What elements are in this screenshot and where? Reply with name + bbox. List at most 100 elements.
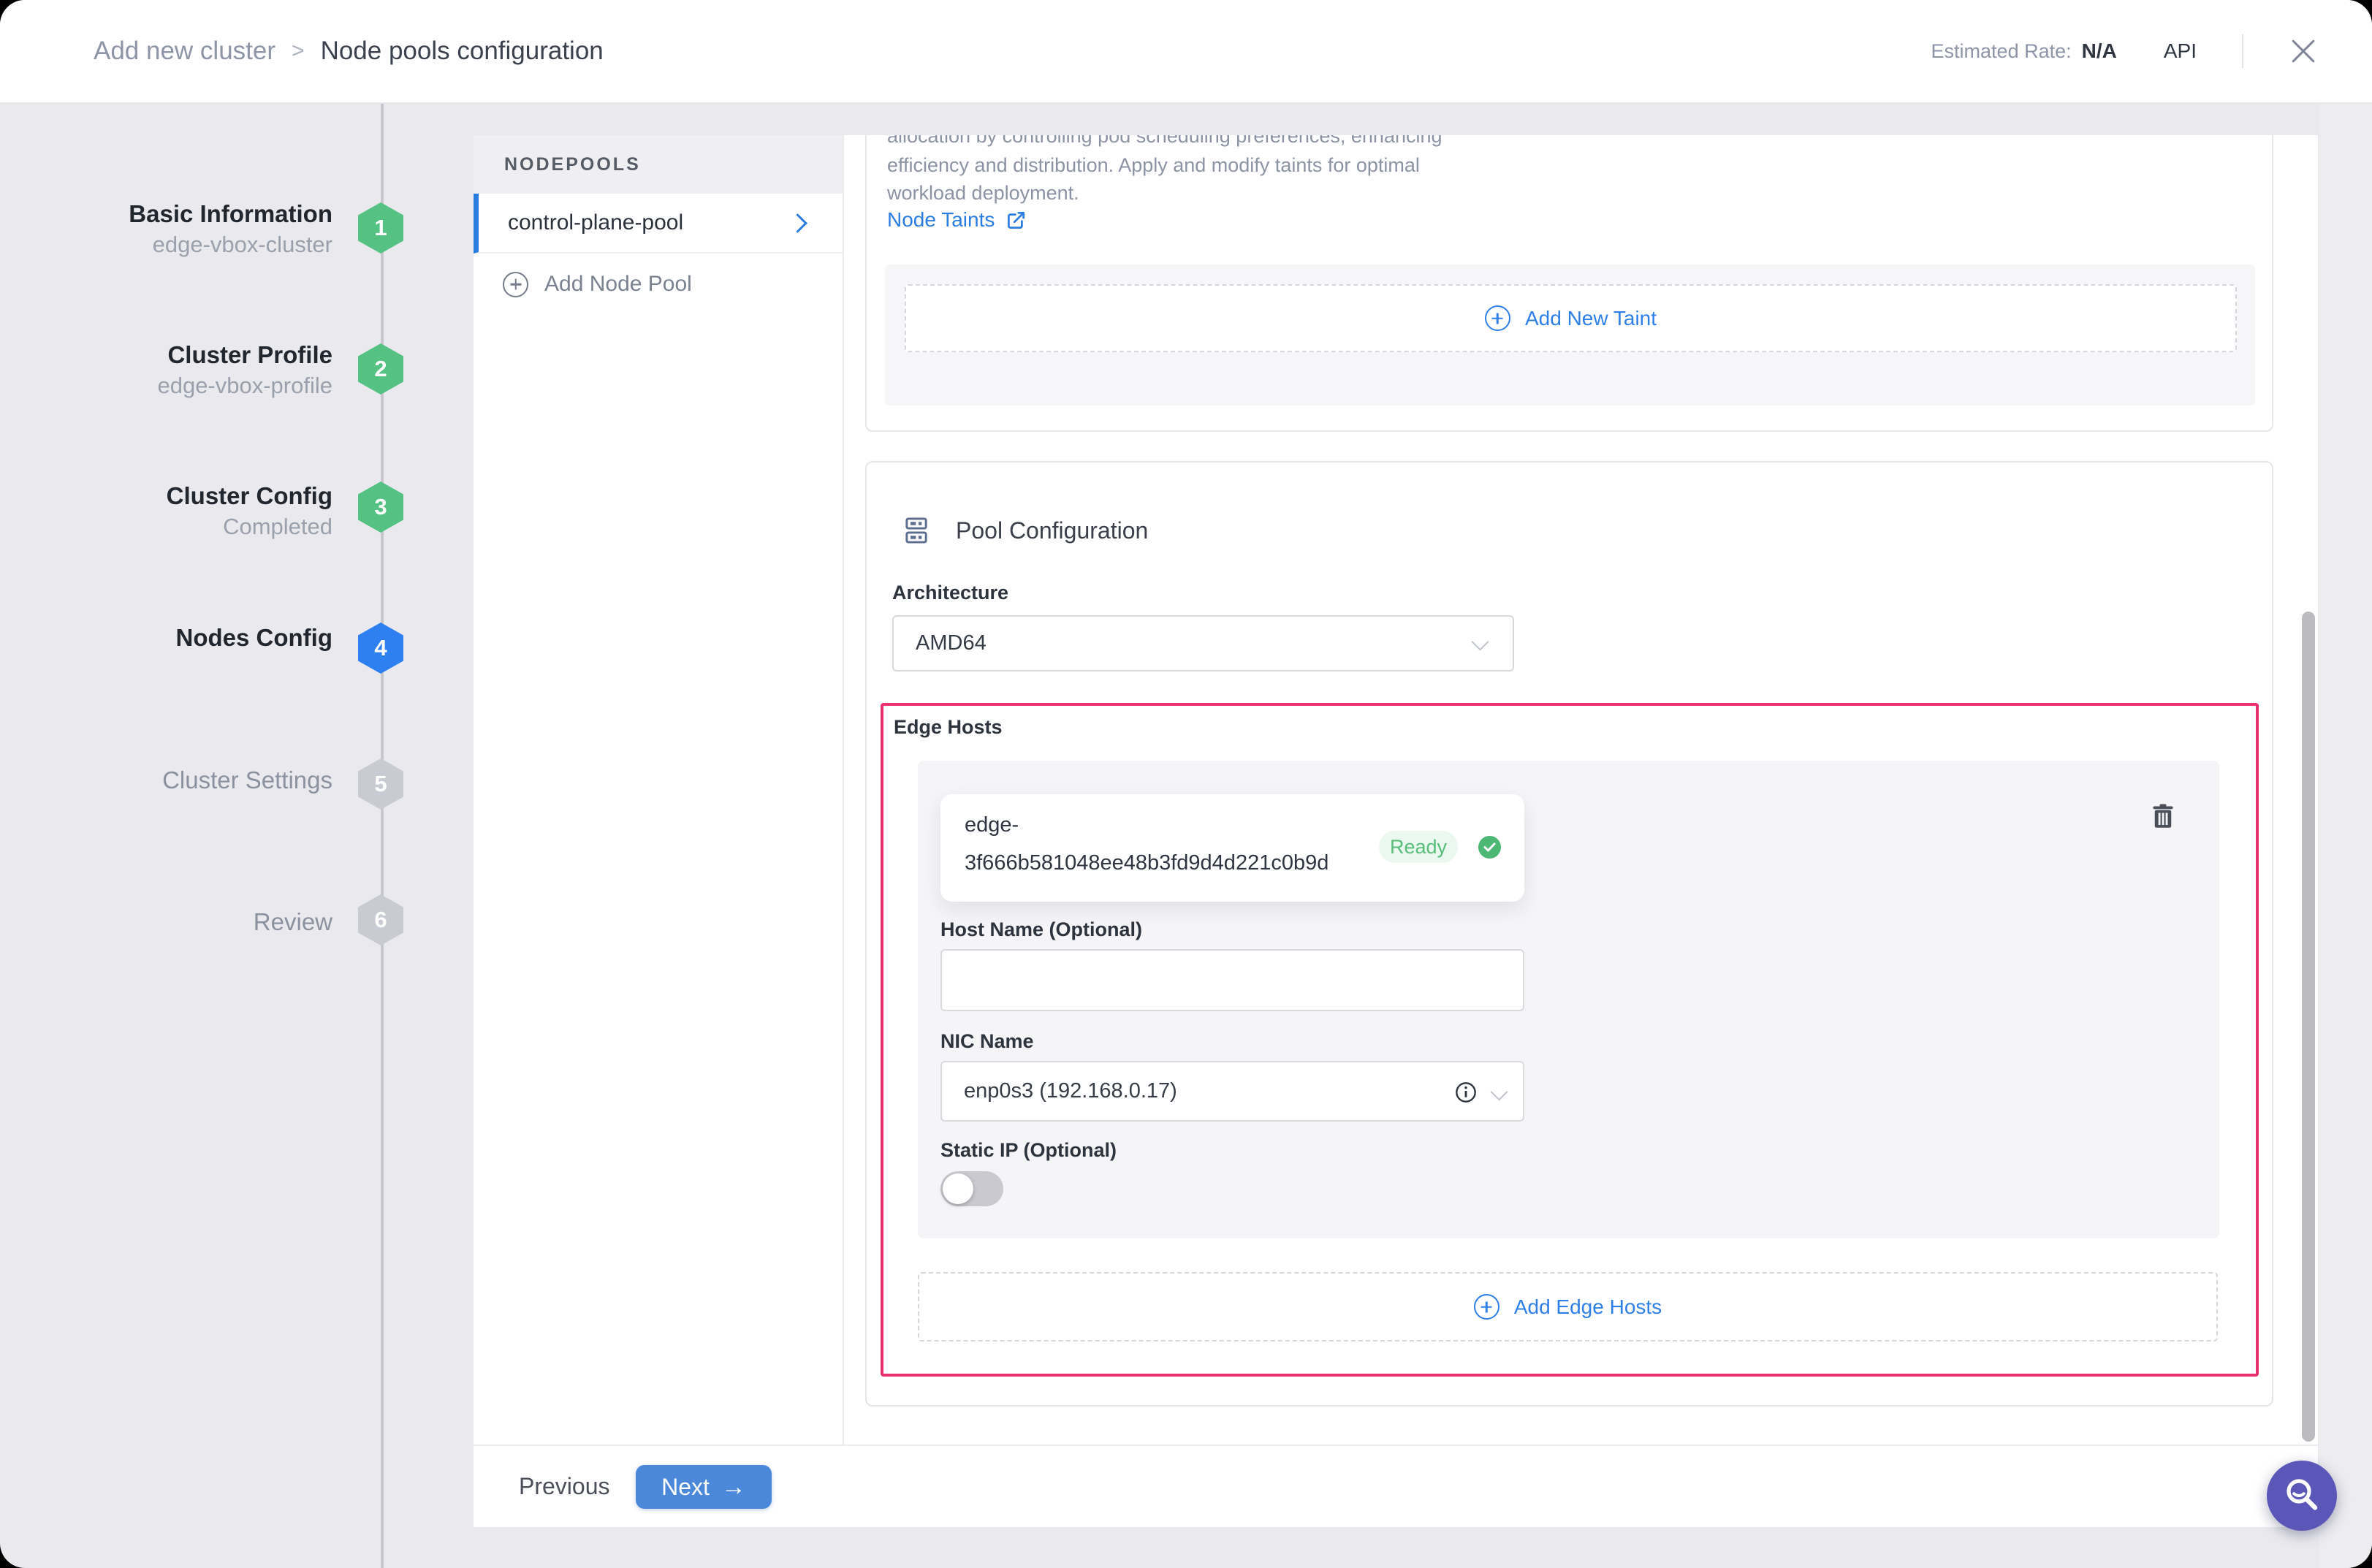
nodepools-header: NODEPOOLS (474, 135, 843, 194)
step-title: Review (29, 907, 332, 937)
step-title: Cluster Config (29, 482, 332, 511)
stepper-line (381, 102, 384, 1568)
close-icon[interactable] (2289, 37, 2318, 66)
scrollbar-thumb[interactable] (2302, 612, 2315, 1442)
add-new-taint-button[interactable]: Add New Taint (905, 284, 2237, 352)
add-edge-hosts-button[interactable]: Add Edge Hosts (918, 1272, 2218, 1341)
step-number: 3 (374, 494, 387, 520)
status-badge: Ready (1379, 831, 1458, 863)
static-ip-label: Static IP (Optional) (940, 1139, 1117, 1162)
plus-circle-icon (503, 272, 528, 297)
nodepool-name: control-plane-pool (508, 210, 683, 235)
step-review[interactable]: Review (29, 907, 332, 937)
chevron-down-icon (1471, 633, 1489, 650)
edge-host-id: 3f666b581048ee48b3fd9d4d221c0b9d (965, 851, 1328, 875)
breadcrumb-separator: > (292, 39, 305, 64)
add-edge-hosts-label: Add Edge Hosts (1514, 1295, 1662, 1319)
node-taints-link-label: Node Taints (887, 208, 995, 232)
header-bar: Add new cluster > Node pools configurati… (0, 0, 2372, 104)
server-rack-icon (903, 517, 930, 544)
step-nodes-config[interactable]: Nodes Config (29, 623, 332, 652)
host-name-input[interactable] (940, 949, 1524, 1011)
add-node-pool-button[interactable]: Add Node Pool (474, 254, 843, 315)
pool-configuration-card: Pool Configuration Architecture AMD64 Ed… (865, 461, 2273, 1407)
taints-panel: Add New Taint (885, 264, 2255, 406)
step-badge-2[interactable]: 2 (358, 343, 403, 395)
magnifier-smile-icon (2281, 1475, 2322, 1516)
step-badge-1[interactable]: 1 (358, 202, 403, 254)
nodepools-column: NODEPOOLS control-plane-pool Add Node Po… (474, 135, 844, 1445)
step-number: 6 (374, 907, 387, 933)
taints-description-line: efficiency and distribution. Apply and m… (887, 151, 1420, 179)
pool-configuration-header: Pool Configuration (903, 517, 1148, 544)
edge-host-panel: edge- 3f666b581048ee48b3fd9d4d221c0b9d R… (918, 761, 2219, 1238)
nic-name-label: NIC Name (940, 1030, 1034, 1053)
plus-circle-icon (1474, 1294, 1499, 1320)
step-title: Basic Information (29, 199, 332, 229)
step-number: 2 (374, 356, 387, 382)
delete-host-button[interactable] (2145, 799, 2181, 834)
previous-button-label: Previous (519, 1473, 610, 1500)
right-margin (2319, 102, 2372, 1568)
step-cluster-profile[interactable]: Cluster Profile edge-vbox-profile (29, 340, 332, 402)
help-search-fab[interactable] (2267, 1461, 2337, 1531)
edge-hosts-section: Edge Hosts edge- 3f666b581048ee48b3fd9d4… (881, 703, 2259, 1377)
info-icon[interactable] (1454, 1081, 1478, 1104)
toggle-knob (943, 1173, 973, 1204)
edge-host-card[interactable]: edge- 3f666b581048ee48b3fd9d4d221c0b9d R… (940, 794, 1524, 902)
step-number: 1 (374, 215, 387, 241)
nic-name-value: enp0s3 (192.168.0.17) (964, 1079, 1177, 1103)
step-badge-3[interactable]: 3 (358, 482, 403, 533)
footer-bar: Previous Next → (474, 1445, 2318, 1527)
pool-configuration-title: Pool Configuration (956, 517, 1148, 544)
nodepool-item-control-plane[interactable]: control-plane-pool (474, 194, 843, 254)
step-number: 5 (374, 771, 387, 797)
step-cluster-settings[interactable]: Cluster Settings (29, 766, 332, 795)
page-title: Node pools configuration (321, 37, 604, 66)
step-basic-information[interactable]: Basic Information edge-vbox-cluster (29, 199, 332, 261)
header-divider (2242, 34, 2243, 68)
static-ip-toggle[interactable] (940, 1171, 1003, 1206)
step-subtitle: Completed (29, 511, 332, 543)
nic-name-select[interactable]: enp0s3 (192.168.0.17) (940, 1061, 1524, 1122)
arrow-right-icon: → (721, 1473, 746, 1502)
step-title: Cluster Settings (29, 766, 332, 795)
trash-icon (2151, 803, 2175, 829)
breadcrumb-parent[interactable]: Add new cluster (94, 37, 275, 66)
api-button[interactable]: API (2164, 39, 2197, 63)
step-number: 4 (374, 635, 387, 661)
plus-circle-icon (1485, 305, 1510, 331)
step-title: Cluster Profile (29, 340, 332, 370)
step-cluster-config[interactable]: Cluster Config Completed (29, 482, 332, 543)
chevron-right-icon (788, 213, 807, 233)
nodepools-header-label: NODEPOOLS (504, 154, 641, 175)
header-actions: Estimated Rate: N/A API (1931, 0, 2318, 102)
step-badge-6[interactable]: 6 (358, 894, 403, 945)
edge-host-id: edge- (965, 813, 1019, 837)
app-window: Add new cluster > Node pools configurati… (0, 0, 2372, 1568)
node-taints-link[interactable]: Node Taints (887, 208, 1026, 232)
step-subtitle: edge-vbox-cluster (29, 229, 332, 261)
edge-hosts-label: Edge Hosts (894, 716, 1003, 739)
next-button-label: Next (661, 1474, 710, 1501)
add-new-taint-label: Add New Taint (1525, 307, 1657, 330)
chevron-down-icon (1490, 1083, 1508, 1100)
estimated-rate-value: N/A (2082, 39, 2117, 63)
step-badge-5[interactable]: 5 (358, 758, 403, 810)
estimated-rate-label: Estimated Rate: (1931, 40, 2072, 63)
breadcrumb: Add new cluster > Node pools configurati… (94, 0, 604, 102)
architecture-label: Architecture (892, 582, 1008, 604)
main-panel: NODEPOOLS control-plane-pool Add Node Po… (474, 135, 2318, 1526)
external-link-icon (1006, 210, 1026, 230)
architecture-select[interactable]: AMD64 (892, 615, 1514, 671)
architecture-value: AMD64 (916, 631, 987, 655)
previous-button[interactable]: Previous (519, 1446, 610, 1527)
next-button[interactable]: Next → (636, 1465, 772, 1509)
clipped-text-line: allocation by controlling pod scheduling… (887, 135, 2056, 148)
step-subtitle: edge-vbox-profile (29, 370, 332, 402)
step-title: Nodes Config (29, 623, 332, 652)
taints-card: allocation by controlling pod scheduling… (865, 135, 2273, 432)
taints-description-line: workload deployment. (887, 179, 1079, 207)
status-badge-label: Ready (1390, 836, 1447, 859)
step-badge-4[interactable]: 4 (358, 623, 403, 674)
